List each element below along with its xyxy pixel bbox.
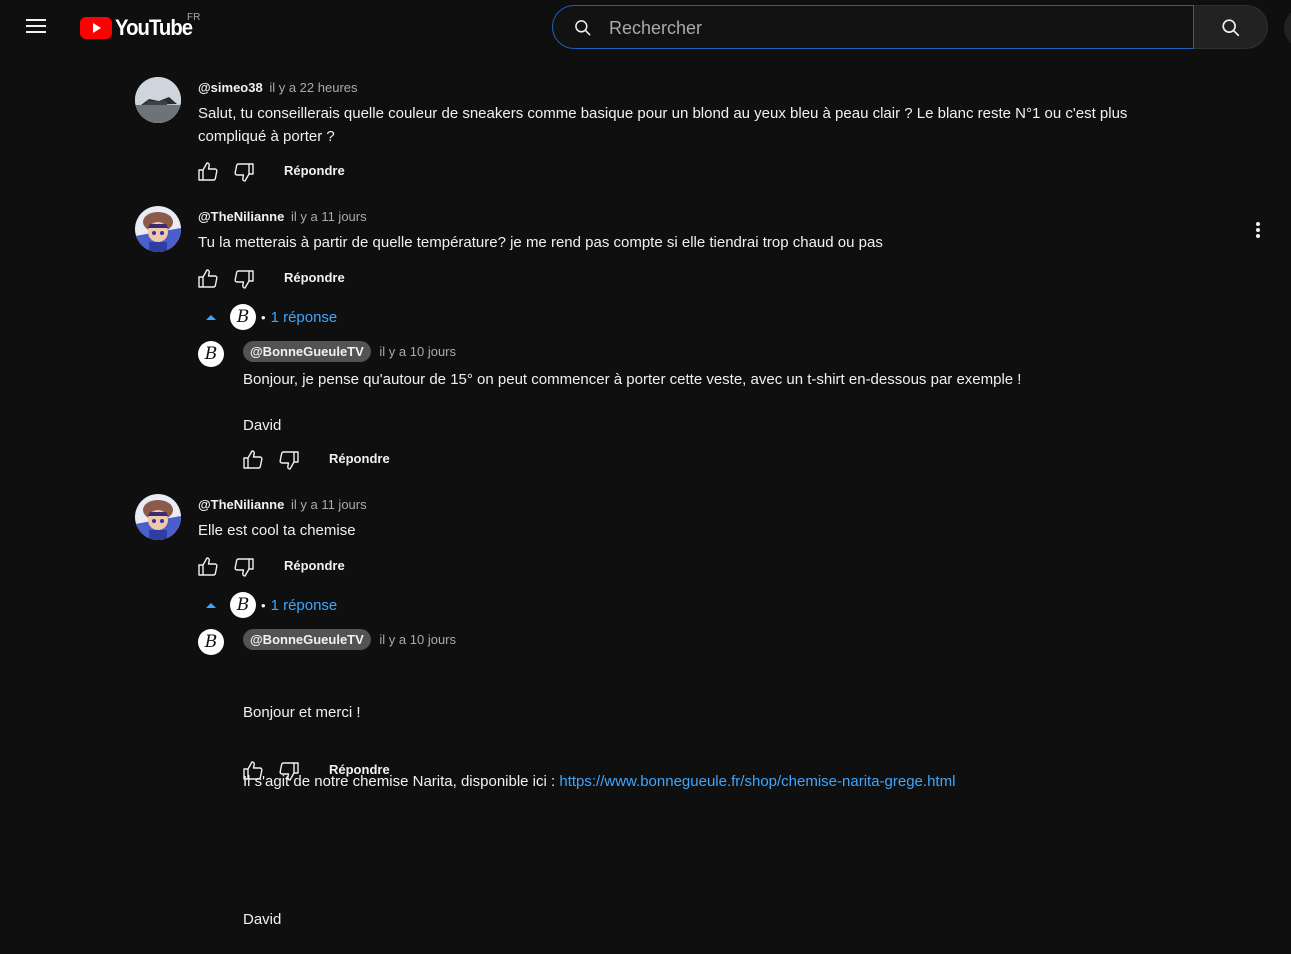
search-input[interactable] [607,6,1171,50]
avatar-photo-icon [135,77,181,123]
search-button[interactable] [1194,5,1268,49]
creator-avatar: B [230,592,256,618]
chevron-up-icon [206,315,216,320]
anime-avatar-icon [135,494,181,540]
reply-author[interactable]: @BonneGueuleTV [243,341,371,362]
search-icon [575,20,591,36]
reply-button[interactable]: Répondre [284,163,345,178]
youtube-play-icon [80,17,112,39]
creator-avatar: B [230,304,256,330]
hamburger-menu-icon[interactable] [24,16,48,40]
logo-text: YouTube [115,15,193,40]
avatar[interactable] [135,206,181,252]
reply-button[interactable]: Répondre [329,451,390,466]
comment-meta: @TheNilianne il y a 11 jours [198,497,367,512]
reply-button[interactable]: Répondre [284,270,345,285]
comment-time[interactable]: il y a 22 heures [269,80,357,95]
comment-text: Salut, tu conseillerais quelle couleur d… [198,105,1128,145]
country-code: FR [187,12,201,23]
reply-button[interactable]: Répondre [284,558,345,573]
reply-signature: David [243,911,282,928]
comment-author[interactable]: @simeo38 [198,80,263,95]
avatar[interactable]: B [198,629,224,655]
replies-toggle[interactable]: B • 1 réponse [204,591,337,619]
avatar-letter: B [236,307,250,327]
reply-author[interactable]: @BonneGueuleTV [243,629,371,650]
anime-avatar-icon [135,206,181,252]
search-box [552,5,1194,50]
more-options-icon[interactable] [1250,220,1266,240]
reply-text-line: Il s'agit de notre chemise Narita, dispo… [243,770,1243,793]
separator-dot: • [261,309,266,325]
like-icon[interactable] [196,160,220,184]
reply-button[interactable]: Répondre [329,762,390,777]
top-bar: YouTube FR [0,0,1291,56]
replies-toggle[interactable]: B • 1 réponse [204,303,337,331]
replies-count: 1 réponse [270,308,338,326]
dislike-icon[interactable] [277,448,301,472]
replies-count: 1 réponse [270,596,338,614]
youtube-logo[interactable]: YouTube [80,14,199,42]
avatar-letter: B [236,595,250,615]
reply-text: Bonjour, je pense qu'autour de 15° on pe… [243,371,1022,434]
dislike-icon[interactable] [232,267,256,291]
dislike-icon[interactable] [232,555,256,579]
comment-text: Tu la metterais à partir de quelle tempé… [198,234,883,251]
reply-meta: @BonneGueuleTV il y a 10 jours [243,629,456,650]
comment-time[interactable]: il y a 11 jours [291,497,367,512]
comment-author[interactable]: @TheNilianne [198,497,284,512]
like-icon[interactable] [241,448,265,472]
reply-time[interactable]: il y a 10 jours [379,632,456,647]
search-icon [1222,19,1240,37]
reply-text: Bonjour et merci ! Il s'agit de notre ch… [243,655,1243,954]
separator-dot: • [261,597,266,613]
avatar-letter: B [204,632,218,652]
avatar[interactable]: B [198,341,224,367]
comment-meta: @TheNilianne il y a 11 jours [198,209,367,224]
comment-time[interactable]: il y a 11 jours [291,209,367,224]
avatar[interactable] [135,494,181,540]
like-icon[interactable] [241,759,265,783]
chevron-up-icon [206,603,216,608]
like-icon[interactable] [196,555,220,579]
comment-author[interactable]: @TheNilianne [198,209,284,224]
shop-link[interactable]: https://www.bonnegueule.fr/shop/chemise-… [559,773,955,790]
dislike-icon[interactable] [277,759,301,783]
reply-text-line: Bonjour et merci ! [243,704,361,721]
comment-meta: @simeo38 il y a 22 heures [198,80,358,95]
voice-search-button[interactable] [1284,8,1291,48]
reply-time[interactable]: il y a 10 jours [379,344,456,359]
avatar[interactable] [135,77,181,123]
like-icon[interactable] [196,267,220,291]
avatar-letter: B [204,344,218,364]
comment-text: Elle est cool ta chemise [198,522,356,539]
dislike-icon[interactable] [232,160,256,184]
reply-meta: @BonneGueuleTV il y a 10 jours [243,341,456,362]
